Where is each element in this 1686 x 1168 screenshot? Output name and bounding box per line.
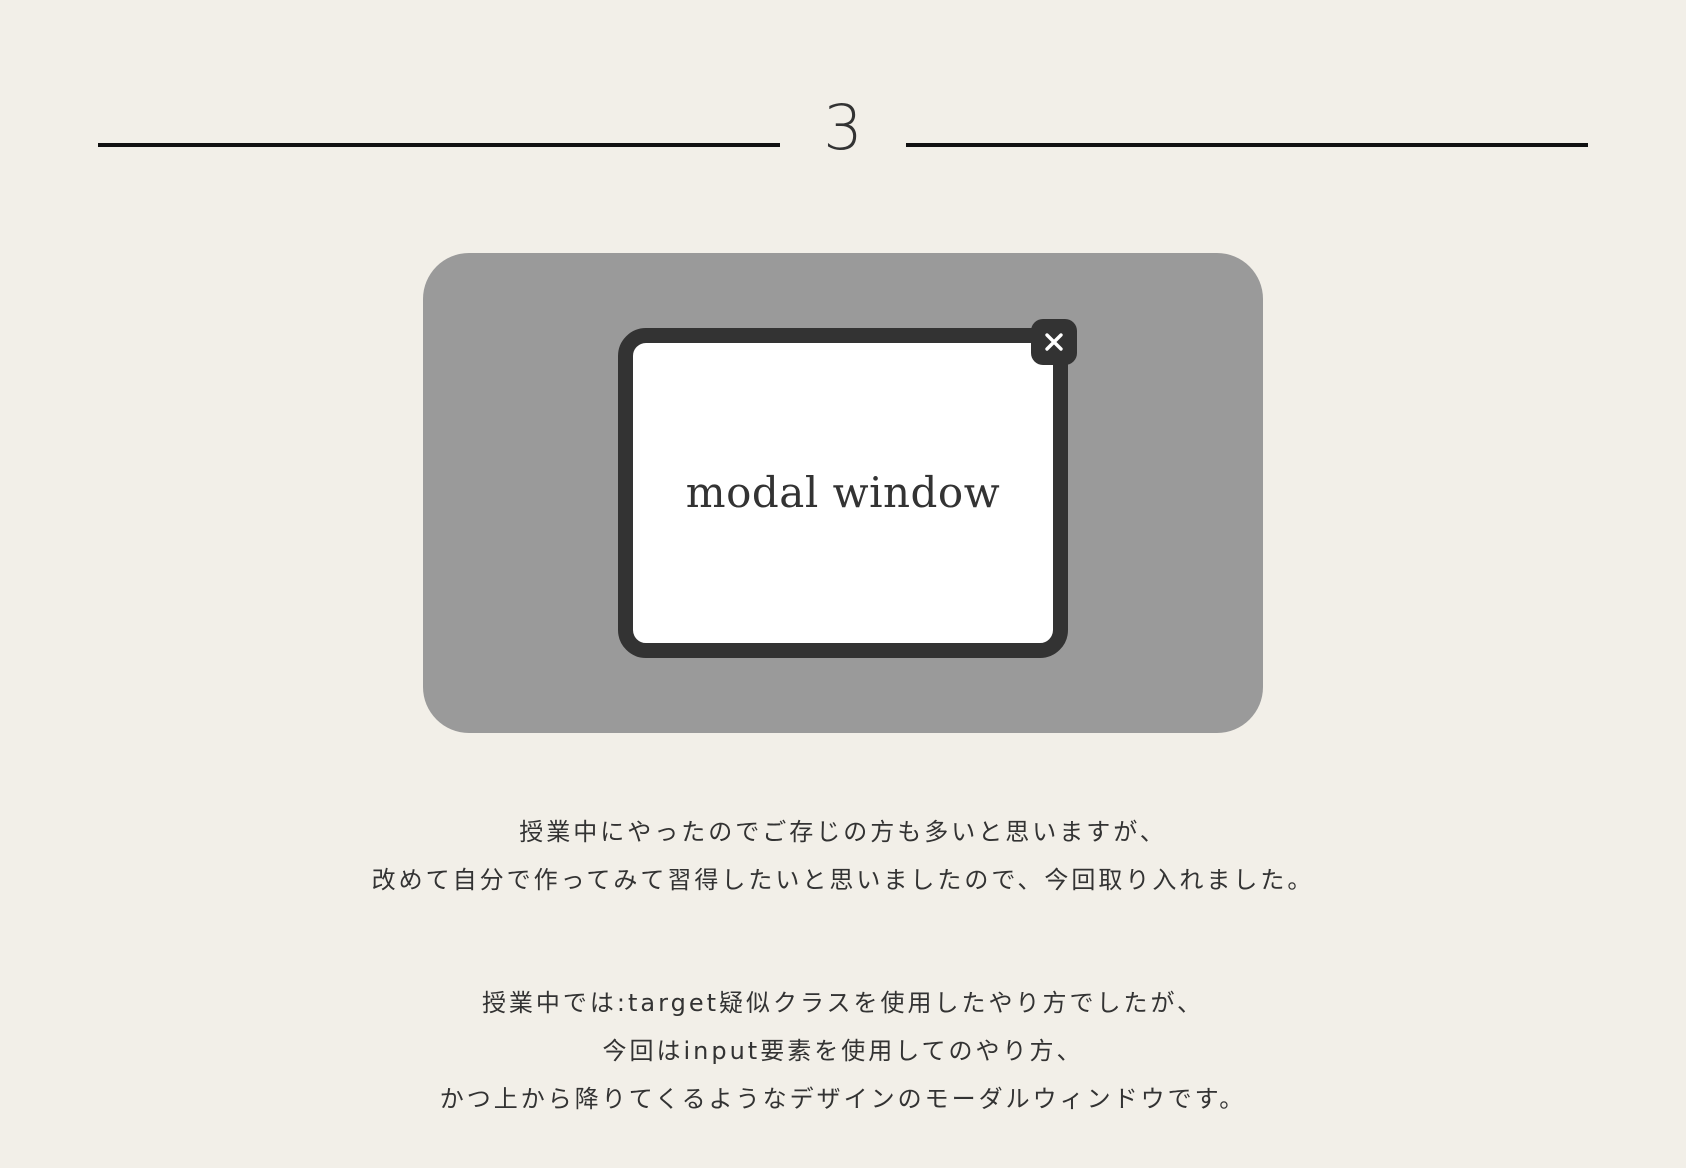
modal-demo-panel: modal window [423,253,1263,733]
modal-window: modal window [618,328,1068,658]
description-paragraph-1: 授業中にやったのでご存じの方も多いと思いますが、 改めて自分で作ってみて習得した… [0,808,1686,904]
description-line: 授業中では:target疑似クラスを使用したやり方でしたが、 [481,989,1205,1017]
section-header: 3 [0,0,1686,200]
description-line: 改めて自分で作ってみて習得したいと思いましたので、今回取り入れました。 [371,866,1315,894]
header-rule-right [906,143,1588,147]
header-rule-left [98,143,780,147]
description-line: 授業中にやったのでご存じの方も多いと思いますが、 [519,818,1167,846]
description-paragraph-2: 授業中では:target疑似クラスを使用したやり方でしたが、 今回はinput要… [0,979,1686,1123]
description-line: かつ上から降りてくるようなデザインのモーダルウィンドウです。 [439,1085,1247,1113]
section-number: 3 [823,91,863,164]
modal-close-button[interactable] [1031,319,1077,365]
description-line: 今回はinput要素を使用してのやり方、 [602,1037,1084,1065]
modal-title: modal window [685,468,1001,517]
close-icon [1045,333,1063,351]
